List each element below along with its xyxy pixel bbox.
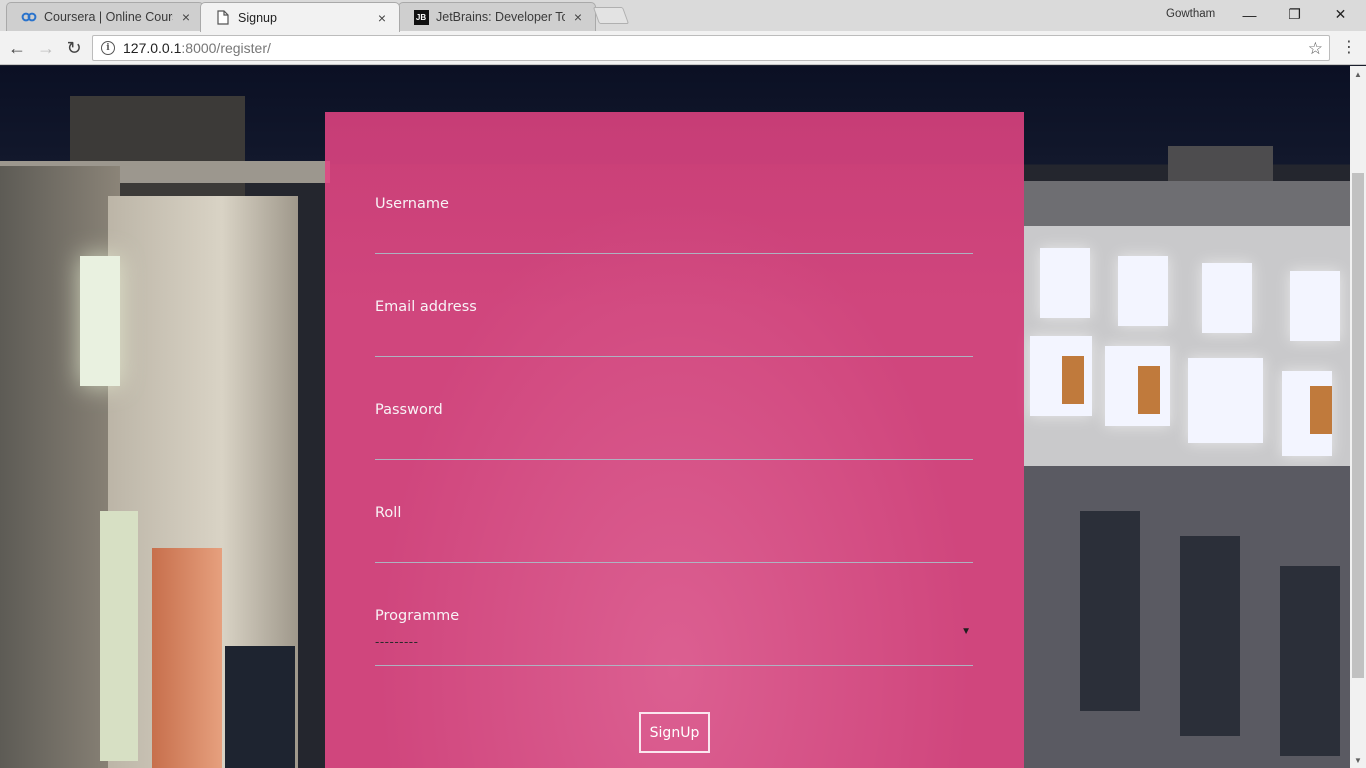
tab-bar: Coursera | Online Courses × Signup × JB … xyxy=(0,0,1366,32)
browser-toolbar: ← → ↻ i 127.0.0.1:8000/register/ ☆ ⋮ xyxy=(0,31,1366,65)
background-window xyxy=(1180,536,1240,736)
bookmark-star-icon[interactable]: ☆ xyxy=(1308,39,1323,59)
back-icon[interactable]: ← xyxy=(5,36,29,60)
jetbrains-badge: JB xyxy=(413,9,429,25)
restore-icon[interactable]: ❐ xyxy=(1272,0,1317,29)
background-window xyxy=(1188,358,1263,443)
background-window xyxy=(1118,256,1168,326)
jetbrains-logo-icon: JB xyxy=(413,9,429,25)
coursera-logo-icon xyxy=(21,9,37,25)
dropdown-arrow-icon[interactable]: ▼ xyxy=(961,626,971,637)
background-window xyxy=(1040,248,1090,318)
reload-icon[interactable]: ↻ xyxy=(62,36,86,60)
forward-icon[interactable]: → xyxy=(34,36,58,60)
window-close-icon[interactable]: ✕ xyxy=(1318,0,1363,29)
scroll-down-icon[interactable]: ▼ xyxy=(1350,752,1366,768)
roll-label: Roll xyxy=(375,505,402,521)
username-label: Username xyxy=(375,196,449,212)
email-input[interactable] xyxy=(375,328,973,354)
address-bar[interactable]: i 127.0.0.1:8000/register/ ☆ xyxy=(92,35,1330,61)
programme-select[interactable]: --------- xyxy=(375,634,418,649)
menu-icon[interactable]: ⋮ xyxy=(1341,36,1357,60)
url-host: 127.0.0.1 xyxy=(123,40,182,56)
tab-jetbrains[interactable]: JB JetBrains: Developer Tools × xyxy=(398,2,596,31)
close-icon[interactable]: × xyxy=(571,9,585,25)
signup-form: Username Email address Password Roll Pro… xyxy=(325,112,1024,768)
programme-label: Programme xyxy=(375,608,460,624)
background-window xyxy=(1202,263,1252,333)
background-window xyxy=(80,256,120,386)
new-tab-button[interactable] xyxy=(592,7,630,24)
tab-title: Coursera | Online Courses xyxy=(44,10,173,24)
email-field: Email address xyxy=(375,299,973,357)
background-window xyxy=(1280,566,1340,756)
background-window xyxy=(1080,511,1140,711)
password-label: Password xyxy=(375,402,443,418)
page-icon xyxy=(215,10,231,26)
scrollbar[interactable]: ▲ ▼ xyxy=(1350,66,1366,768)
password-input[interactable] xyxy=(375,431,973,457)
close-icon[interactable]: × xyxy=(375,10,389,26)
password-field: Password xyxy=(375,402,973,460)
roll-field: Roll xyxy=(375,505,973,563)
username-input[interactable] xyxy=(375,225,973,251)
background-window xyxy=(100,511,138,761)
tab-signup[interactable]: Signup × xyxy=(200,2,400,32)
minimize-icon[interactable]: — xyxy=(1227,0,1272,29)
background-window xyxy=(1290,271,1340,341)
info-icon[interactable]: i xyxy=(101,41,115,55)
background-door xyxy=(152,548,222,768)
signup-button[interactable]: SignUp xyxy=(639,712,710,753)
background-door xyxy=(1138,366,1160,414)
email-label: Email address xyxy=(375,299,477,315)
page-viewport: Username Email address Password Roll Pro… xyxy=(0,66,1350,768)
tab-title: JetBrains: Developer Tools xyxy=(436,10,565,24)
background-door xyxy=(1062,356,1084,404)
background-building xyxy=(1024,181,1350,226)
scroll-up-icon[interactable]: ▲ xyxy=(1350,66,1366,82)
tab-coursera[interactable]: Coursera | Online Courses × xyxy=(6,2,204,31)
background-door xyxy=(1310,386,1332,434)
profile-name[interactable]: Gowtham xyxy=(1166,8,1215,20)
programme-field[interactable]: Programme --------- ▼ xyxy=(375,608,973,666)
scrollbar-thumb[interactable] xyxy=(1352,173,1364,678)
close-icon[interactable]: × xyxy=(179,9,193,25)
username-field: Username xyxy=(375,196,973,254)
tab-title: Signup xyxy=(238,10,277,25)
roll-input[interactable] xyxy=(375,534,973,560)
url-path: :8000/register/ xyxy=(181,40,271,56)
background-door xyxy=(225,646,295,768)
